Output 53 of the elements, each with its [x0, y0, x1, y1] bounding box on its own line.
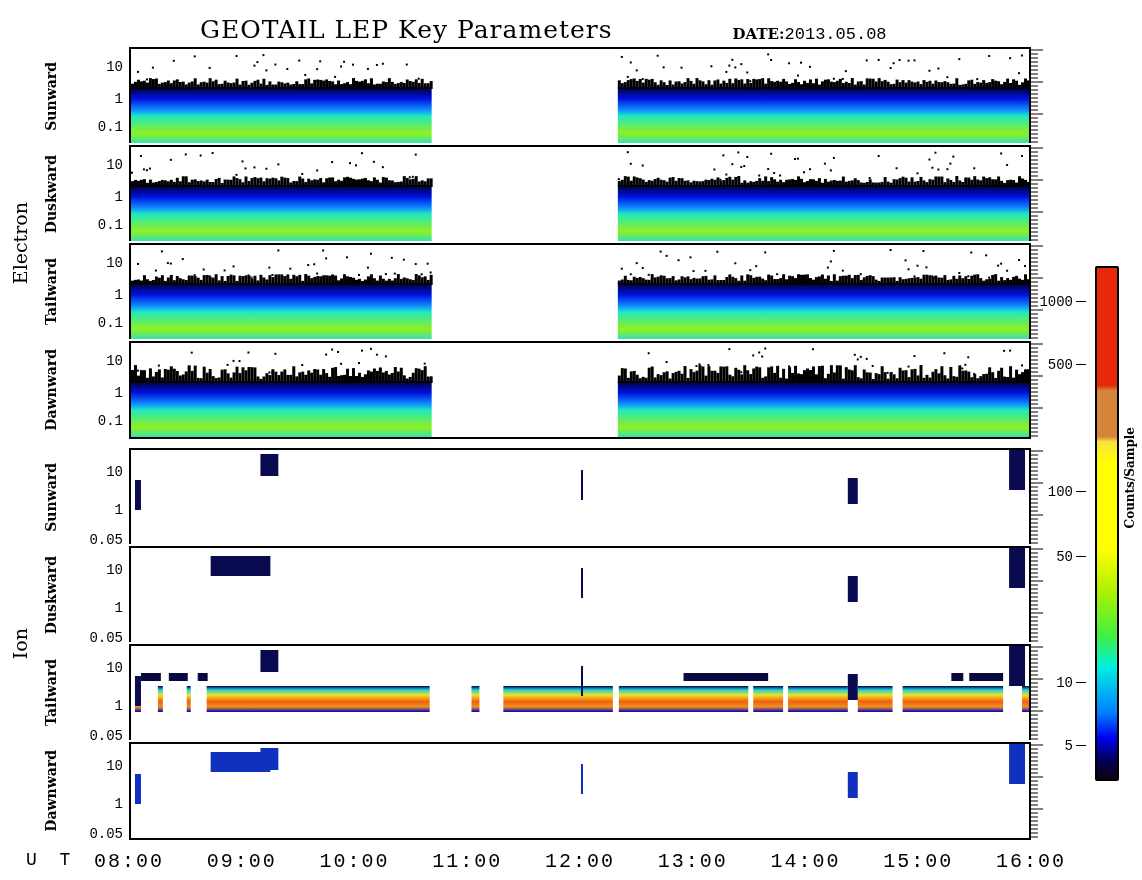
time-tick-label: 12:00	[545, 850, 615, 873]
axis-tick-label: 0.1	[97, 315, 123, 332]
axis-label: U T	[26, 850, 77, 870]
axis-tick-label: 10	[106, 156, 123, 173]
axis-tick-label: 1	[114, 188, 123, 205]
color-scale-tick-label: 500	[1047, 356, 1073, 373]
color-scale-tick-label: 50	[1056, 548, 1073, 565]
date-text: DATE:2013.05.08	[732, 25, 887, 44]
axis-tick-label: 1	[114, 501, 123, 518]
panel-label: Duskward	[43, 154, 59, 234]
panel-label: Dawnward	[43, 349, 59, 431]
panel-label: Tailward	[43, 258, 59, 326]
time-tick-label: 14:00	[770, 850, 841, 873]
axis-tick-label: 0.1	[97, 217, 123, 234]
time-tick-label: 16:00	[996, 850, 1066, 873]
axis-tick-label: 10	[106, 463, 123, 480]
panel-label: Dawnward	[43, 750, 59, 832]
axis-tick-label: 1	[114, 286, 123, 303]
time-tick-label: 08:00	[94, 850, 164, 873]
axis-tick-label: 0.05	[89, 532, 123, 549]
panel-label: Sunward	[43, 61, 59, 131]
axis-tick-label: 10	[106, 659, 123, 676]
axis-tick-label: 10	[106, 352, 123, 369]
axis-tick-label: 0.05	[89, 630, 123, 647]
axis-tick-label: 10	[106, 561, 123, 578]
axis-tick-label: 10	[106, 757, 123, 774]
axis-tick-label: 10	[106, 58, 123, 75]
axis-tick-label: 1	[114, 384, 123, 401]
axis-tick-label: 10	[106, 254, 123, 271]
color-scale-tick-label: 100	[1047, 483, 1073, 500]
axis-tick-label: 0.05	[89, 728, 123, 745]
color-scale-label: Counts/Sample	[1123, 427, 1137, 529]
panel-label: Sunward	[43, 462, 59, 532]
color-scale-tick-label: 10	[1056, 674, 1073, 691]
time-tick-label: 13:00	[657, 850, 728, 873]
time-tick-label: 09:00	[206, 850, 277, 873]
color-scale-tick-label: 1000	[1039, 293, 1073, 310]
axis-tick-label: 1	[114, 795, 123, 812]
time-tick-label: 15:00	[883, 850, 954, 873]
chart-title: GEOTAIL LEP Key Parameters	[200, 15, 613, 44]
panel-label: Duskward	[43, 555, 59, 635]
time-tick-label: 10:00	[319, 850, 390, 873]
axis-tick-label: 1	[114, 697, 123, 714]
time-tick-label: 11:00	[432, 850, 503, 873]
axis-tick-label: 0.1	[97, 413, 123, 430]
panel-label: Tailward	[43, 659, 59, 727]
axis-tick-label: 1	[114, 90, 123, 107]
axis-tick-label: 0.05	[89, 826, 123, 843]
color-scale-tick-label: 5	[1064, 737, 1073, 754]
group-label: Ion	[9, 628, 31, 660]
axis-tick-label: 0.1	[97, 119, 123, 136]
group-label: Electron	[9, 201, 31, 285]
axis-tick-label: 1	[114, 599, 123, 616]
